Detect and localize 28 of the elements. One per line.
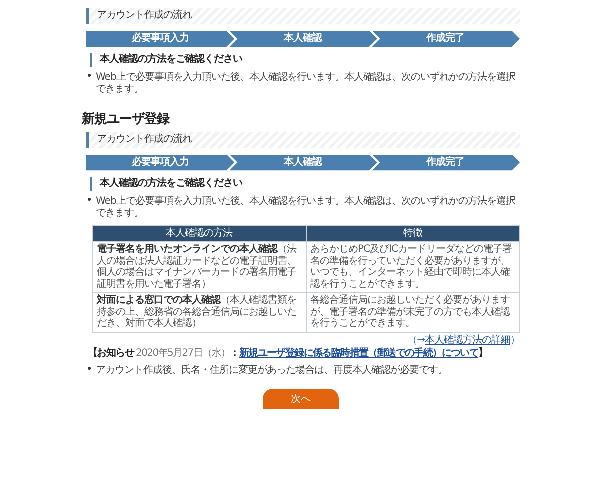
progress-step: 本人確認: [228, 31, 378, 47]
subheading: 本人確認の方法をご確認ください: [90, 176, 520, 191]
section-heading: アカウント作成の流れ: [86, 132, 520, 148]
section-heading: アカウント作成の流れ: [86, 8, 520, 24]
progress-step: 必要事項入力: [86, 154, 235, 171]
notice-link[interactable]: 新規ユーザ登録に係る臨時措置（郵送での手続）について: [239, 348, 479, 359]
bullet-text: Web上で必要事項を入力頂いた後、本人確認を行います。本人確認は、次のいずれかの方法を選択できます。: [96, 72, 516, 96]
progress-step: 作成完了: [371, 154, 520, 171]
bullet-icon: [88, 198, 91, 201]
table-cell: あらかじめPC及びICカードリーダなどの電子署名の準備を行っていただく必要がありますが、いつでも、インターネット経由で即時に本人確認を行うことができます。: [306, 242, 520, 293]
progress-step: 作成完了: [371, 31, 520, 47]
bullet-text: アカウント作成後、氏名・住所に変更があった場合は、再度本人確認が必要です。: [96, 364, 448, 377]
bullet-icon: [88, 74, 91, 77]
notice-text: 【お知らせ 2020年5月27日（水）：新規ユーザ登録に係る臨時措置（郵送での手続）について】: [88, 348, 489, 360]
parenthesis-text: ）: [510, 334, 520, 347]
column-header: 特徴: [306, 225, 520, 242]
bullet-text: Web上で必要事項を入力頂いた後、本人確認を行います。本人確認は、次のいずれかの方法を選択できます。: [96, 196, 516, 220]
table-cell: 各総合通信局にお越しいただく必要がありますが、電子署名の準備が未完了の方でも本人確認を行うことができます。: [306, 292, 520, 332]
progress-step: 本人確認: [228, 154, 378, 171]
column-header: 本人確認の方法: [92, 225, 306, 242]
table-cell: 電子署名を用いたオンラインでの本人確認（法人の場合は法人認証カードなどの電子証明書、個人の場合はマイナンバーカードの署名用電子証明書を用いた電子署名）: [92, 242, 306, 293]
table-cell: 対面による窓口での本人確認（本人確認書類を持参の上、総務省の各総合通信局にお越しいただき、対面で本人確認）: [92, 292, 306, 332]
subheading: 本人確認の方法をご確認ください: [90, 53, 520, 67]
details-link[interactable]: 本人確認方法の詳細: [425, 334, 510, 347]
parenthesis-text: （→: [408, 334, 425, 347]
bullet-icon: [88, 366, 91, 370]
progress-step: 必要事項入力: [86, 31, 235, 47]
page-title: 新規ユーザ登録: [82, 112, 171, 128]
